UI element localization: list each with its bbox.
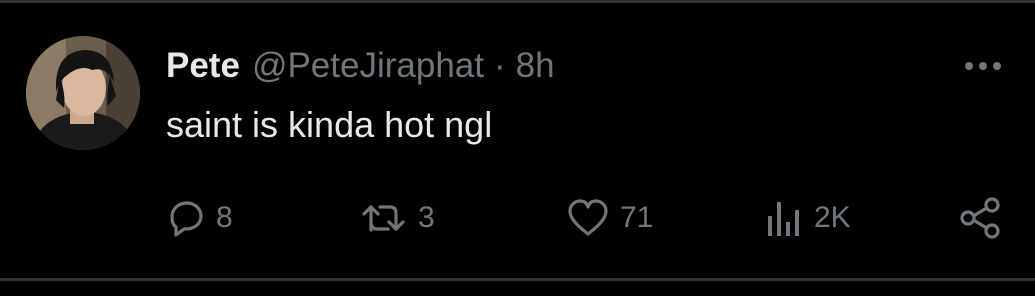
display-name[interactable]: Pete [166,46,240,86]
user-handle[interactable]: @PeteJiraphat [252,46,484,86]
more-options-button[interactable] [958,48,1008,84]
header-separator: · [493,46,506,85]
share-button[interactable] [958,196,1002,240]
avatar[interactable] [26,36,140,150]
reply-count: 8 [216,201,233,234]
top-divider [0,0,1035,3]
retweet-button[interactable]: 3 [360,196,435,240]
retweet-count: 3 [418,201,435,234]
bottom-divider [0,278,1035,281]
reply-button[interactable]: 8 [166,196,233,240]
retweet-arrows-icon [362,205,405,232]
like-count: 71 [620,201,654,234]
share-nodes-icon [960,197,1000,239]
views-button[interactable]: 2K [764,196,851,240]
avatar-photo [26,36,140,150]
tweet-text: saint is kinda hot ngl [166,104,493,145]
reply-bubble-icon [170,201,203,237]
views-bar-chart-icon [768,202,799,236]
more-horizontal-icon [965,62,1001,70]
views-count: 2K [814,201,851,234]
heart-icon [568,199,608,236]
like-button[interactable]: 71 [566,196,653,240]
tweet-header: Pete @PeteJiraphat · 8h [166,42,555,90]
timestamp[interactable]: 8h [516,46,555,86]
